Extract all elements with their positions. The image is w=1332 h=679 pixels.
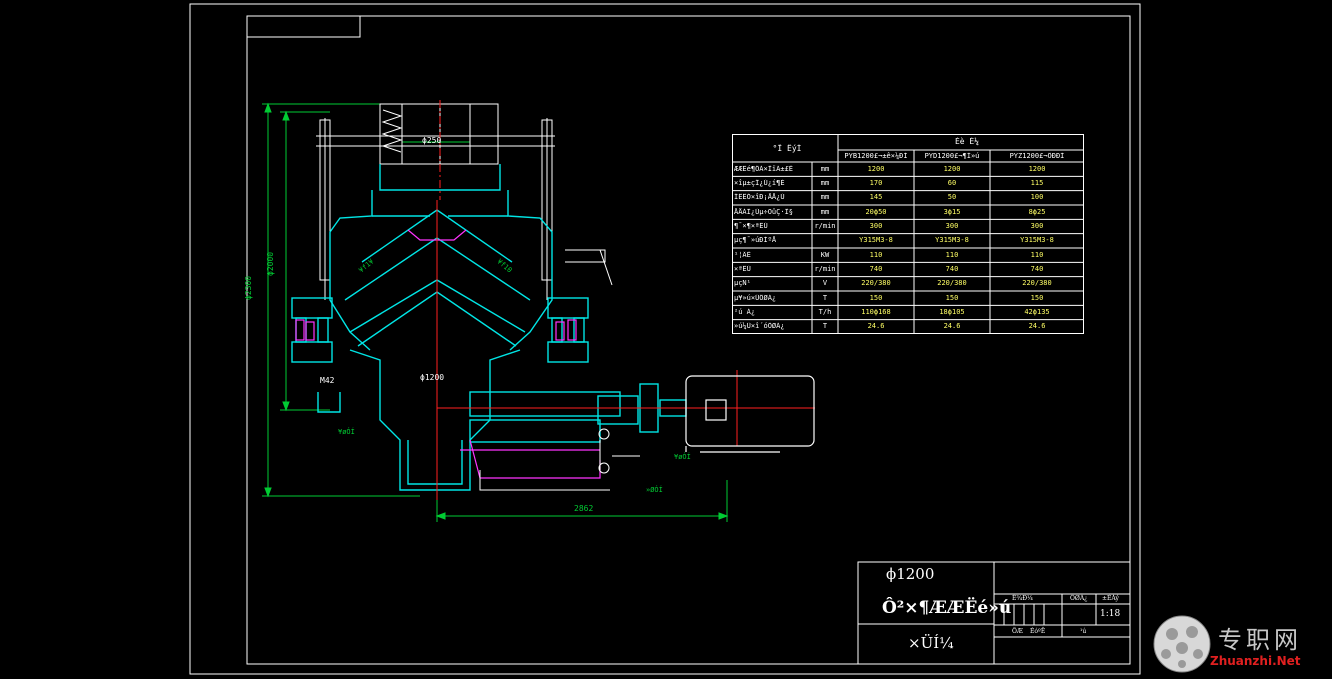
spec-row-value: 3ϕ15	[943, 207, 961, 216]
spec-row-unit: T/h	[818, 308, 832, 316]
drawing-sheet	[189, 3, 1211, 675]
spec-row-value: 300	[945, 222, 959, 230]
spec-row-value: 220/380	[1022, 279, 1052, 288]
spec-row-unit: KW	[820, 250, 830, 259]
spec-row-unit: mm	[820, 179, 830, 187]
dim-label-height-inner: ϕ2000	[266, 251, 275, 276]
spec-row-value: 170	[869, 179, 883, 187]
spec-row-value: 110	[869, 250, 883, 259]
spec-row-unit: mm	[820, 207, 830, 216]
spec-row-unit: mm	[820, 164, 830, 173]
spec-row-value: 300	[1030, 222, 1044, 230]
title-grid-header-1: Ê¾Ð¼	[1012, 595, 1033, 602]
spec-row-label: ×ªËÙ	[734, 265, 751, 273]
title-scale: 1:18	[1100, 609, 1121, 619]
dim-label-base-width: 2862	[574, 504, 594, 513]
spec-row-value: Y315M3-8	[935, 236, 969, 245]
spec-row-value: 100	[1030, 193, 1044, 202]
spec-row-unit: T	[822, 293, 828, 302]
spec-row-label: »ú¼Ü×î´óÖØÁ¿	[734, 322, 785, 331]
spec-row-label: ²ú Á¿	[734, 308, 756, 316]
label-oil-in: ¥øÓÍ	[674, 453, 691, 461]
spec-col-3: PYZ1200£¬ÖÐÐÍ	[1009, 152, 1065, 160]
label-oil-out: »ØÓÍ	[646, 486, 663, 494]
spec-row-label: µç¶¯»úÐÍºÅ	[734, 236, 777, 245]
spec-row-label: µçÑ¹	[734, 279, 751, 288]
spec-row-label: ÅÅÁÏ¿Úµ÷ÕûÇ·Î§	[734, 207, 794, 216]
spec-table: °Î ÊýÍ Éè É¼ PYB1200£¬±ê×¼ÐÍ PYD1200£¬¶Ì…	[732, 134, 1084, 334]
spec-row-unit: r/min	[814, 222, 836, 230]
spec-row-unit: T	[822, 322, 828, 331]
spec-row-value: 1200	[943, 164, 961, 173]
label-oil-left: ¥øÓÍ	[338, 428, 355, 436]
spec-row-value: 110	[1030, 250, 1044, 259]
spec-row-value: 145	[869, 193, 883, 202]
dim-label-height-outer: ϕ2300	[244, 275, 253, 300]
watermark-en: Zhuanzhi.Net	[1210, 654, 1301, 668]
title-row-label-1: ÖÆ	[1012, 628, 1023, 635]
label-m42: M42	[320, 376, 335, 385]
spec-row-label: ÎÊÊÓ×îÐ¡ÅÅ¿Ú	[734, 193, 785, 202]
spec-row-value: 150	[1030, 293, 1044, 302]
spec-row-label: ÆÆËé¶ÔÁ×ÎïÁ±£Ê	[734, 164, 794, 173]
spec-row-value: 740	[1030, 265, 1044, 273]
spec-row-label: ¹¦ÂÊ	[734, 250, 751, 259]
spec-row-value: 1200	[1028, 164, 1046, 173]
title-subtitle: ×ÜÍ¼	[908, 634, 954, 652]
spec-row-value: 115	[1030, 179, 1044, 187]
title-row-label-2: ÉóºË	[1030, 628, 1046, 635]
spec-row-unit: V	[822, 279, 828, 288]
spec-row-value: Y315M3-8	[1020, 236, 1054, 245]
spec-row-label: ¶¯×¶×ªËÙ	[734, 222, 768, 230]
spec-col-2: PYD1200£¬¶Ì»ú	[924, 152, 980, 160]
spec-row-value: 60	[947, 179, 957, 187]
title-grid-header-2: ÖØÁ¿	[1070, 595, 1088, 602]
spec-row-value: 24.6	[1028, 322, 1046, 331]
inner-border	[246, 15, 1131, 665]
spec-row-value: 18ϕ105	[939, 308, 965, 316]
spec-col-1: PYB1200£¬±ê×¼ÐÍ	[844, 152, 908, 160]
spec-row-value: 220/380	[937, 279, 967, 288]
spec-row-label: ×îµ±çÎ¿Ú¿í¶È	[734, 179, 785, 187]
spec-row-unit: mm	[820, 193, 830, 202]
spec-row-value: 42ϕ135	[1024, 308, 1050, 316]
spec-row-label: µ¥»ú×ÜÖØÁ¿	[734, 293, 777, 302]
spec-row-value: 150	[945, 293, 959, 302]
spec-row-value: 740	[945, 265, 959, 273]
spec-header-group: Éè É¼	[954, 137, 980, 146]
spec-row-unit: r/min	[814, 265, 836, 273]
spec-row-value: 220/380	[861, 279, 891, 288]
spec-row-value: 1200	[867, 164, 885, 173]
spec-row-value: 20ϕ50	[865, 207, 887, 216]
title-row-label-3: ¹ú	[1080, 628, 1087, 635]
spec-row-value: 110	[945, 250, 959, 259]
dim-label-inner-diameter: ϕ1200	[420, 373, 445, 382]
watermark-logo	[1153, 615, 1211, 673]
spec-row-value: 50	[947, 193, 957, 202]
spec-header-param: °Î ÊýÍ	[772, 144, 802, 153]
spec-row-value: 740	[869, 265, 883, 273]
title-size-label: ϕ1200	[886, 565, 935, 583]
spec-row-value: 150	[869, 293, 883, 302]
spec-row-value: 24.6	[867, 322, 885, 331]
top-left-box	[246, 15, 361, 38]
title-grid-header-3: ±ÈÀý	[1102, 595, 1119, 602]
watermark-cn: 专职网	[1218, 626, 1302, 654]
spec-row-value: 24.6	[943, 322, 961, 331]
spec-row-value: 8ϕ25	[1028, 207, 1046, 216]
title-name: Ô²×¶ÆÆËé»ú	[882, 598, 1012, 618]
spec-row-value: Y315M3-8	[859, 236, 893, 245]
spec-row-value: 110ϕ168	[861, 308, 891, 316]
dim-label-top-width: ϕ250	[422, 136, 442, 145]
spec-row-value: 300	[869, 222, 883, 230]
